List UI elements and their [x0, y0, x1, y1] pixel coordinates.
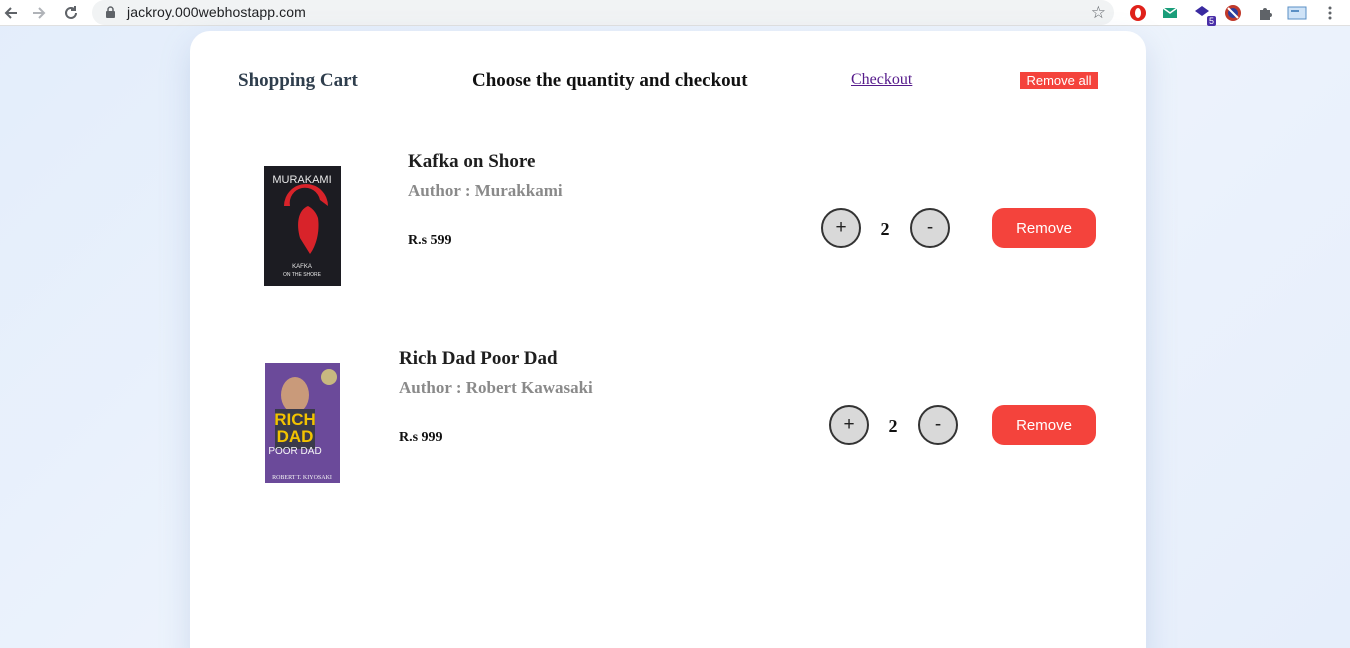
- address-bar[interactable]: jackroy.000webhostapp.com ☆: [92, 0, 1114, 25]
- quantity-value: 2: [888, 416, 898, 436]
- forward-icon[interactable]: [28, 2, 50, 24]
- layers-extension-icon[interactable]: 5: [1192, 3, 1216, 26]
- cover-word-dad: DAD: [277, 427, 314, 446]
- decrease-quantity-button[interactable]: -: [910, 208, 950, 248]
- item-author: Author : Robert Kawasaki: [399, 378, 593, 397]
- puzzle-extensions-icon[interactable]: [1255, 3, 1275, 23]
- back-icon[interactable]: [0, 2, 22, 24]
- increase-quantity-button[interactable]: +: [829, 405, 869, 445]
- checkout-link[interactable]: Checkout: [851, 71, 912, 89]
- page-title: Shopping Cart: [238, 70, 358, 91]
- browser-toolbar: jackroy.000webhostapp.com ☆ 5: [0, 0, 1350, 26]
- bookmark-star-icon[interactable]: ☆: [1091, 3, 1106, 23]
- item-price: R.s 599: [408, 233, 452, 248]
- blocker-extension-icon[interactable]: [1223, 3, 1243, 23]
- item-price: R.s 999: [399, 430, 443, 445]
- page-subtitle: Choose the quantity and checkout: [472, 70, 748, 91]
- remove-item-button[interactable]: Remove: [992, 405, 1096, 445]
- lock-icon: [106, 6, 115, 18]
- book-cover-image: RICH DAD POOR DAD ROBERT T. KIYOSAKI: [265, 363, 340, 483]
- mail-extension-icon[interactable]: [1160, 3, 1180, 23]
- increase-quantity-button[interactable]: +: [821, 208, 861, 248]
- book-cover-image: MURAKAMI KAFKA ON THE SHORE: [264, 166, 341, 286]
- cover-subtitle-text: ON THE SHORE: [283, 272, 322, 278]
- item-title: Rich Dad Poor Dad: [399, 348, 558, 369]
- cart-card: Shopping Cart Choose the quantity and ch…: [190, 31, 1146, 648]
- cover-word-poordad: POOR DAD: [268, 446, 321, 457]
- cover-title-text: KAFKA: [292, 264, 312, 270]
- decrease-quantity-button[interactable]: -: [918, 405, 958, 445]
- url-text: jackroy.000webhostapp.com: [127, 4, 306, 20]
- menu-kebab-icon[interactable]: [1320, 3, 1340, 23]
- item-title: Kafka on Shore: [408, 151, 536, 172]
- remove-item-button[interactable]: Remove: [992, 208, 1096, 248]
- remove-all-button[interactable]: Remove all: [1020, 72, 1098, 89]
- opera-extension-icon[interactable]: [1128, 3, 1148, 23]
- quantity-value: 2: [880, 219, 890, 239]
- cover-author-text: MURAKAMI: [272, 174, 331, 186]
- cover-author-name: ROBERT T. KIYOSAKI: [272, 475, 332, 481]
- screenshot-extension-icon[interactable]: [1287, 3, 1307, 23]
- item-author: Author : Murakkami: [408, 181, 563, 200]
- cart-item: RICH DAD POOR DAD ROBERT T. KIYOSAKI Ric…: [190, 348, 1146, 483]
- cart-item: MURAKAMI KAFKA ON THE SHORE Kafka on Sho…: [190, 151, 1146, 286]
- extension-badge: 5: [1206, 16, 1216, 26]
- reload-icon[interactable]: [60, 2, 82, 24]
